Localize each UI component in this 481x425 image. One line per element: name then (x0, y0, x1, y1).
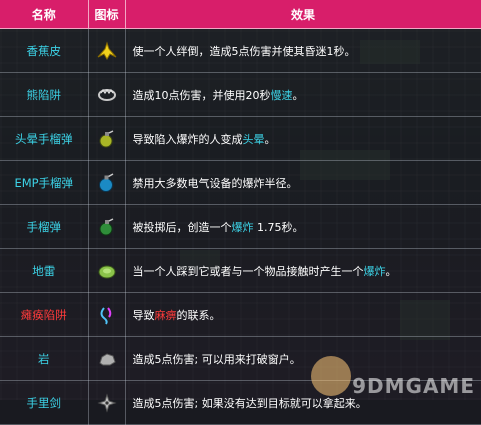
table-header-row: 名称 图标 效果 (0, 0, 481, 29)
effect-text: 的联系。 (176, 308, 221, 322)
effect-text: 1.75秒。 (253, 220, 304, 234)
item-icon-cell (88, 72, 126, 117)
effect-text: 导致 (132, 308, 155, 322)
item-name: 头晕手榴弹 (0, 116, 89, 161)
table-row: 香蕉皮 使一个人绊倒，造成5点伤害并使其昏迷1秒。 (0, 28, 481, 73)
effect-text: 使一个人绊倒，造成5点伤害并使其昏迷1秒。 (132, 44, 356, 58)
item-effect: 使一个人绊倒，造成5点伤害并使其昏迷1秒。 (125, 28, 481, 73)
paralysis-trap-icon (96, 306, 118, 325)
effect-keyword: 头晕 (242, 132, 265, 146)
effect-keyword: 麻痹 (154, 308, 177, 322)
effect-text: 禁用大多数电气设备的爆炸半径。 (132, 176, 298, 190)
item-name: EMP手榴弹 (0, 160, 89, 205)
table-row: 手榴弹 被投掷后，创造一个爆炸 1.75秒。 (0, 204, 481, 249)
shuriken-icon (96, 392, 118, 413)
item-effect: 造成10点伤害，并使用20秒慢速。 (125, 72, 481, 117)
item-effect: 当一个人踩到它或者与一个物品接触时产生一个爆炸。 (125, 248, 481, 293)
effect-text: 当一个人踩到它或者与一个物品接触时产生一个 (132, 264, 364, 278)
table-row: 瘫痪陷阱 导致麻痹的联系。 (0, 292, 481, 337)
item-icon-cell (88, 160, 126, 205)
banana-peel-icon (96, 40, 118, 60)
dizzy-grenade-icon (96, 129, 118, 147)
table-row: 头晕手榴弹 导致陷入爆炸的人变成头晕。 (0, 116, 481, 161)
effect-keyword: 爆炸 (363, 264, 386, 278)
header-icon: 图标 (88, 0, 126, 29)
effect-keyword: 爆炸 (231, 220, 254, 234)
item-icon-cell (88, 336, 126, 381)
effect-text: 。 (385, 264, 397, 278)
item-name: 熊陷阱 (0, 72, 89, 117)
bear-trap-icon (96, 88, 118, 101)
item-name: 地雷 (0, 248, 89, 293)
item-effect: 禁用大多数电气设备的爆炸半径。 (125, 160, 481, 205)
table-row: 熊陷阱 造成10点伤害，并使用20秒慢速。 (0, 72, 481, 117)
items-table: 名称 图标 效果 香蕉皮 使一个人绊倒，造成5点伤害并使其昏迷1秒。 熊陷阱 造成10… (0, 0, 481, 425)
item-icon-cell (88, 116, 126, 161)
table-row: EMP手榴弹 禁用大多数电气设备的爆炸半径。 (0, 160, 481, 205)
item-icon-cell (88, 28, 126, 73)
rock-icon (96, 352, 118, 365)
effect-text: 。 (264, 132, 276, 146)
item-icon-cell (88, 204, 126, 249)
grenade-icon (96, 217, 118, 235)
item-name: 手榴弹 (0, 204, 89, 249)
item-icon-cell (88, 248, 126, 293)
effect-text: 造成10点伤害，并使用20秒 (132, 88, 271, 102)
effect-keyword: 慢速 (270, 88, 293, 102)
watermark-logo (311, 356, 351, 396)
item-name: 瘫痪陷阱 (0, 292, 89, 337)
effect-text: 导致陷入爆炸的人变成 (132, 132, 243, 146)
effect-text: 被投掷后，创造一个 (132, 220, 232, 234)
item-effect: 导致陷入爆炸的人变成头晕。 (125, 116, 481, 161)
item-icon-cell (88, 380, 126, 425)
item-name: 岩 (0, 336, 89, 381)
table-row: 地雷 当一个人踩到它或者与一个物品接触时产生一个爆炸。 (0, 248, 481, 293)
effect-text: 造成5点伤害; 如果没有达到目标就可以拿起来。 (132, 396, 367, 410)
item-effect: 导致麻痹的联系。 (125, 292, 481, 337)
item-name: 手里剑 (0, 380, 89, 425)
item-effect: 被投掷后，创造一个爆炸 1.75秒。 (125, 204, 481, 249)
landmine-icon (96, 264, 118, 278)
watermark-text: 9DMGAME (352, 374, 475, 398)
emp-grenade-icon (96, 172, 118, 192)
item-icon-cell (88, 292, 126, 337)
item-name: 香蕉皮 (0, 28, 89, 73)
effect-text: 。 (292, 88, 304, 102)
header-name: 名称 (0, 0, 89, 29)
effect-text: 造成5点伤害; 可以用来打破窗户。 (132, 352, 301, 366)
header-effect: 效果 (125, 0, 481, 29)
